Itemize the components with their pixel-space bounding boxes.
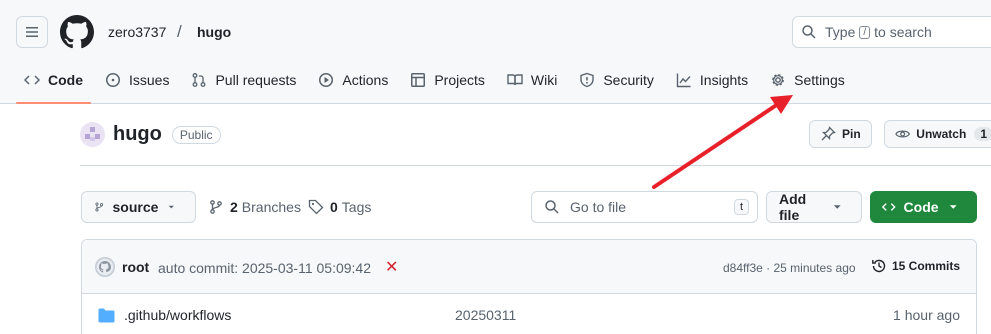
- avatar[interactable]: [95, 257, 115, 277]
- search-prefix: Type: [825, 24, 856, 40]
- tab-code[interactable]: Code: [16, 62, 91, 104]
- code-icon: [882, 203, 896, 211]
- owner-link[interactable]: zero3737: [108, 24, 166, 40]
- table-row[interactable]: .github/workflows 20250311 1 hour ago: [82, 294, 976, 334]
- caret-down-icon: [833, 205, 841, 209]
- repo-header: zero3737 / hugo Type / to search Code Is…: [0, 0, 991, 104]
- commit-hash-time[interactable]: d84ff3e · 25 minutes ago: [723, 261, 856, 275]
- repo-title: hugo Public: [80, 122, 221, 147]
- tab-actions[interactable]: Actions: [310, 62, 396, 98]
- commits-count-label: 15 Commits: [892, 259, 961, 273]
- branch-icon: [210, 200, 222, 214]
- tab-projects[interactable]: Projects: [402, 62, 493, 98]
- commit-message[interactable]: auto commit: 2025-03-11 05:09:42: [158, 260, 371, 276]
- tags-count: 0: [330, 199, 338, 215]
- caret-down-icon: [169, 205, 175, 209]
- file-name[interactable]: .github/workflows: [124, 307, 231, 323]
- shield-icon: [580, 72, 595, 88]
- branches-label: Branches: [241, 199, 301, 215]
- go-to-file-input[interactable]: Go to file t: [531, 191, 758, 223]
- pull-request-icon: [193, 73, 206, 87]
- tab-label: Pull requests: [215, 72, 297, 88]
- issue-icon: [106, 73, 120, 87]
- commits-history-link[interactable]: 15 Commits: [871, 258, 960, 274]
- tab-label: Code: [48, 72, 83, 88]
- caret-down-icon: [949, 205, 957, 209]
- tab-label: Wiki: [530, 72, 558, 88]
- go-to-file-shortcut: t: [733, 199, 749, 215]
- history-icon: [872, 259, 886, 273]
- add-file-button[interactable]: Add file: [766, 191, 862, 223]
- tab-label: Security: [603, 72, 654, 88]
- code-button[interactable]: Code: [870, 191, 977, 223]
- play-icon: [319, 73, 334, 87]
- branch-select-button[interactable]: source: [81, 191, 196, 223]
- eye-icon: [895, 130, 911, 138]
- go-to-file-placeholder: Go to file: [570, 199, 627, 215]
- tag-icon: [308, 199, 324, 215]
- file-table: root auto commit: 2025-03-11 05:09:42 ✕ …: [81, 239, 977, 334]
- visibility-badge: Public: [171, 125, 221, 144]
- branch-name: source: [112, 199, 159, 215]
- search-shortcut: /: [859, 25, 871, 39]
- branch-icon: [95, 202, 104, 212]
- table-icon: [411, 73, 426, 87]
- unwatch-label: Unwatch: [916, 127, 967, 141]
- unwatch-button[interactable]: Unwatch 1: [884, 120, 991, 148]
- path-separator: /: [177, 22, 182, 41]
- repo-link[interactable]: hugo: [197, 24, 231, 40]
- file-commit-message[interactable]: 20250311: [455, 307, 516, 323]
- file-age: 1 hour ago: [893, 307, 960, 323]
- pin-button[interactable]: Pin: [809, 120, 872, 148]
- tab-label: Settings: [794, 72, 845, 88]
- pin-label: Pin: [842, 127, 861, 141]
- tab-label: Projects: [434, 72, 485, 88]
- search-suffix: to search: [874, 24, 932, 40]
- watch-count: 1: [974, 127, 991, 141]
- graph-icon: [676, 73, 691, 88]
- tab-label: Issues: [129, 72, 170, 88]
- tab-label: Actions: [342, 72, 389, 88]
- repo-avatar: [80, 122, 105, 147]
- tab-issues[interactable]: Issues: [97, 62, 177, 98]
- search-icon: [802, 25, 816, 39]
- search-icon: [545, 200, 559, 214]
- tab-pull-requests[interactable]: Pull requests: [183, 62, 304, 98]
- add-file-label: Add file: [779, 191, 807, 223]
- tab-settings[interactable]: Settings: [762, 62, 853, 98]
- folder-icon: [98, 308, 115, 323]
- branches-count: 2: [230, 199, 238, 215]
- tab-security[interactable]: Security: [571, 62, 662, 98]
- hamburger-icon: [26, 27, 38, 37]
- repo-nav: Code Issues Pull requests Actions Projec…: [16, 62, 859, 104]
- book-icon: [507, 74, 523, 86]
- code-icon: [24, 75, 40, 85]
- gear-icon: [772, 74, 785, 86]
- tags-label: Tags: [341, 199, 372, 215]
- latest-commit-row: root auto commit: 2025-03-11 05:09:42 ✕ …: [82, 240, 976, 294]
- commit-author[interactable]: root: [122, 259, 149, 275]
- github-logo-icon[interactable]: [60, 15, 94, 49]
- tab-insights[interactable]: Insights: [668, 62, 756, 98]
- branches-link[interactable]: 2 Branches: [208, 199, 301, 215]
- menu-button[interactable]: [16, 16, 48, 48]
- search-input[interactable]: Type / to search: [792, 16, 991, 48]
- code-button-label: Code: [903, 199, 939, 215]
- tags-link[interactable]: 0 Tags: [308, 199, 371, 215]
- repo-name[interactable]: hugo: [113, 123, 162, 146]
- pin-icon: [821, 126, 836, 141]
- commit-failed-status-icon[interactable]: ✕: [385, 257, 398, 277]
- tab-label: Insights: [699, 72, 749, 88]
- tab-wiki[interactable]: Wiki: [499, 62, 565, 98]
- section-divider: [80, 165, 991, 166]
